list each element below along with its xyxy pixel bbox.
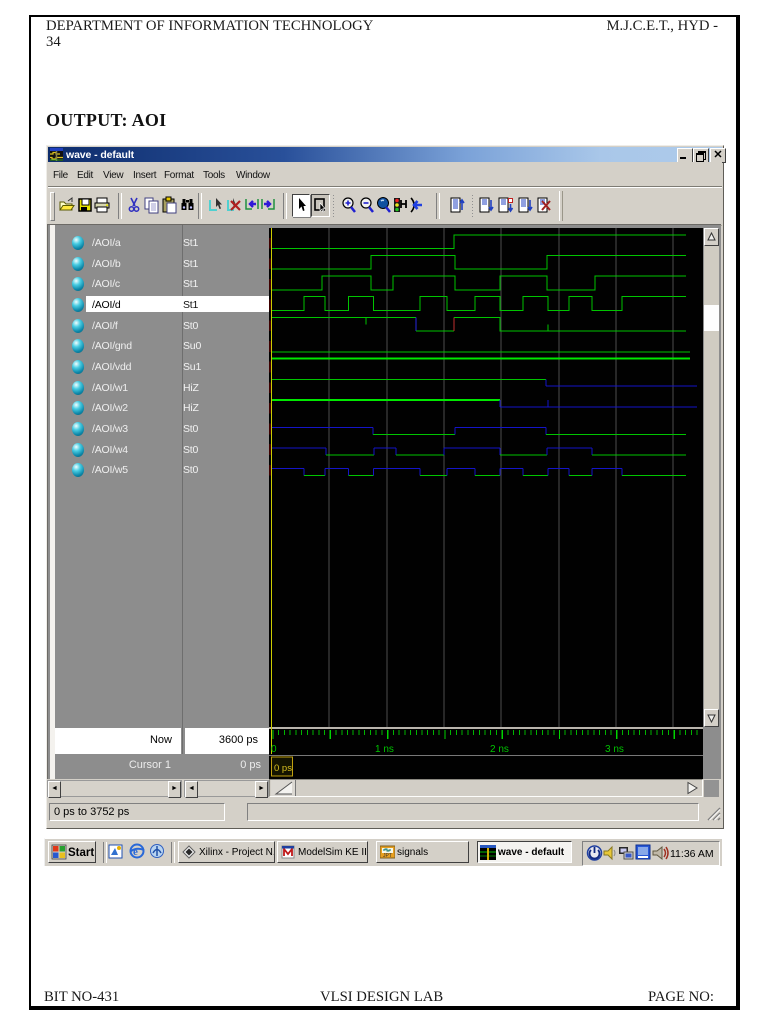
svg-text:1 ns: 1 ns — [375, 744, 394, 755]
svg-text:2 ns: 2 ns — [490, 744, 509, 755]
svg-text:JPT: JPT — [383, 853, 392, 859]
svg-text:3 ns: 3 ns — [605, 744, 624, 755]
svg-text:0 ps: 0 ps — [274, 763, 292, 774]
svg-text:0: 0 — [271, 744, 277, 755]
svg-text:e: e — [133, 846, 138, 858]
